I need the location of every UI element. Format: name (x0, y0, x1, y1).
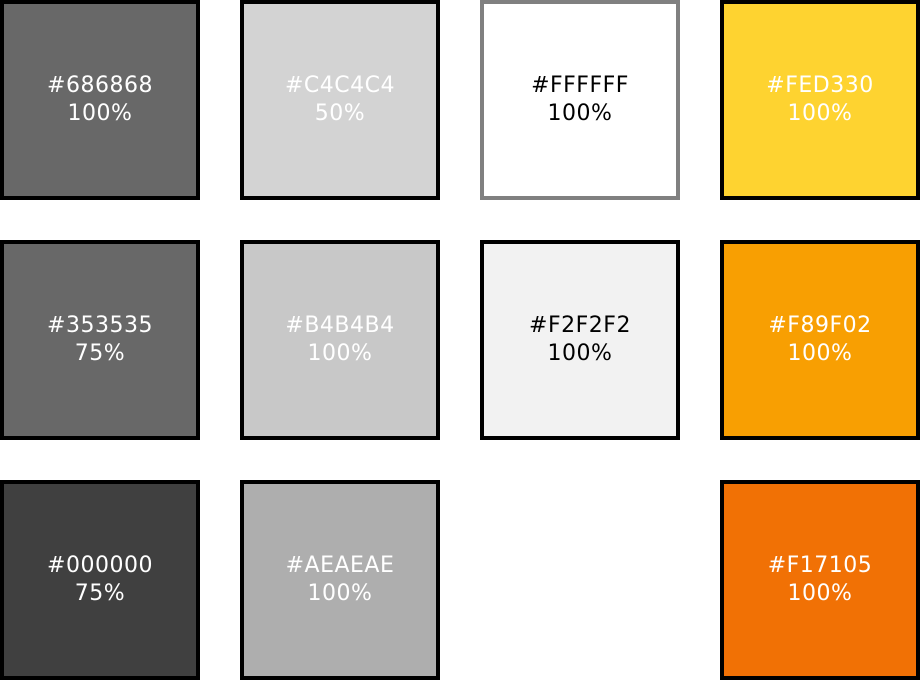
swatch-opacity-label: 100% (787, 581, 853, 606)
swatch-opacity-label: 100% (67, 101, 133, 126)
swatch-opacity-label: 75% (74, 341, 126, 366)
swatch-aeaeae[interactable]: #AEAEAE 100% (240, 480, 440, 680)
swatch-000000[interactable]: #000000 75% (0, 480, 200, 680)
swatch-f2f2f2[interactable]: #F2F2F2 100% (480, 240, 680, 440)
swatch-opacity-label: 100% (547, 341, 613, 366)
swatch-hex-label: #F89F02 (768, 313, 872, 338)
swatch-ffffff[interactable]: #FFFFFF 100% (480, 0, 680, 200)
swatch-hex-label: #B4B4B4 (285, 313, 395, 338)
swatch-c4c4c4[interactable]: #C4C4C4 50% (240, 0, 440, 200)
swatch-hex-label: #F17105 (767, 553, 873, 578)
swatch-opacity-label: 100% (307, 581, 373, 606)
swatch-opacity-label: 100% (787, 341, 853, 366)
swatch-b4b4b4[interactable]: #B4B4B4 100% (240, 240, 440, 440)
swatch-f17105[interactable]: #F17105 100% (720, 480, 920, 680)
swatch-opacity-label: 100% (547, 101, 613, 126)
swatch-hex-label: #AEAEAE (285, 553, 395, 578)
swatch-hex-label: #FED330 (766, 73, 874, 98)
swatch-hex-label: #686868 (47, 73, 153, 98)
swatch-353535[interactable]: #353535 75% (0, 240, 200, 440)
swatch-hex-label: #353535 (47, 313, 153, 338)
swatch-opacity-label: 75% (74, 581, 126, 606)
swatch-f89f02[interactable]: #F89F02 100% (720, 240, 920, 440)
swatch-hex-label: #000000 (47, 553, 153, 578)
swatch-opacity-label: 50% (314, 101, 366, 126)
swatch-686868[interactable]: #686868 100% (0, 0, 200, 200)
swatch-fed330[interactable]: #FED330 100% (720, 0, 920, 200)
swatch-hex-label: #FFFFFF (531, 73, 629, 98)
swatch-opacity-label: 100% (307, 341, 373, 366)
swatch-hex-label: #C4C4C4 (284, 73, 395, 98)
swatch-opacity-label: 100% (787, 101, 853, 126)
swatch-hex-label: #F2F2F2 (529, 313, 631, 338)
